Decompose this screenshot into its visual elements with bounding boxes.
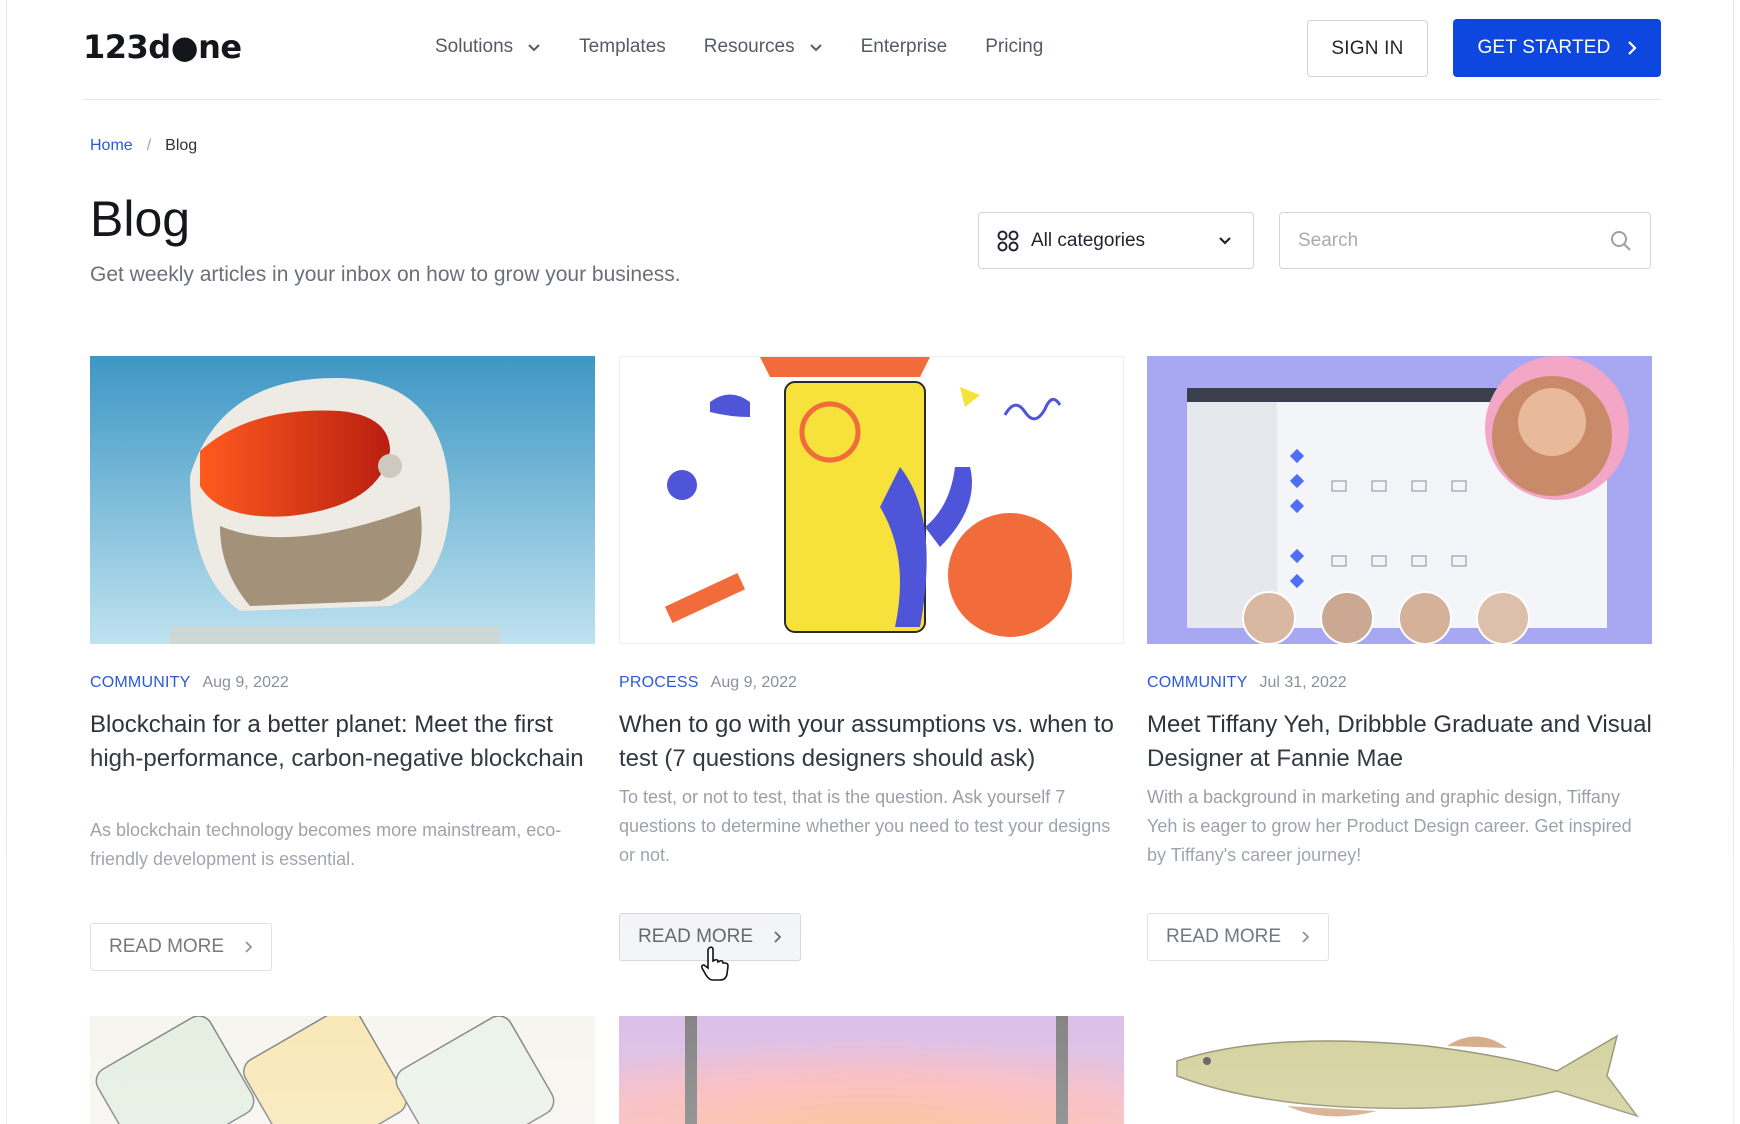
hand-cursor-icon bbox=[700, 946, 729, 981]
nav-solutions-label: Solutions bbox=[435, 36, 514, 57]
category-select[interactable]: All categories bbox=[978, 212, 1254, 269]
chevron-down-icon bbox=[528, 44, 540, 52]
post-excerpt: To test, or not to test, that is the que… bbox=[619, 787, 1111, 865]
chevron-right-icon bbox=[1302, 931, 1310, 943]
sign-in-button[interactable]: SIGN IN bbox=[1307, 20, 1428, 77]
get-started-label: GET STARTED bbox=[1477, 37, 1611, 58]
breadcrumb-separator: / bbox=[146, 137, 152, 154]
chevron-right-icon bbox=[774, 931, 782, 943]
post-image-designer[interactable] bbox=[1147, 356, 1652, 644]
nav-templates-label: Templates bbox=[579, 36, 666, 57]
read-more-label: READ MORE bbox=[638, 926, 754, 947]
category-select-value: All categories bbox=[1031, 229, 1146, 251]
post-image-app-screens[interactable] bbox=[90, 1016, 595, 1124]
post-date: Aug 9, 2022 bbox=[710, 674, 797, 691]
post-image-fish[interactable] bbox=[1147, 1016, 1652, 1124]
chevron-down-icon bbox=[1219, 237, 1231, 245]
breadcrumb: Home / Blog bbox=[90, 137, 197, 155]
main-nav: Solutions Templates Resources Enterprise… bbox=[435, 36, 1081, 58]
site-header: 123d●ne Solutions Templates Resources En… bbox=[83, 0, 1661, 100]
search-input[interactable] bbox=[1280, 229, 1580, 252]
chevron-right-icon bbox=[1627, 41, 1637, 55]
blog-card: PROCESS Aug 9, 2022 When to go with your… bbox=[619, 356, 1124, 961]
blog-card: COMMUNITY Aug 9, 2022 Blockchain for a b… bbox=[90, 356, 595, 971]
breadcrumb-current: Blog bbox=[165, 137, 198, 154]
post-title[interactable]: Meet Tiffany Yeh, Dribbble Graduate and … bbox=[1147, 708, 1652, 776]
nav-templates[interactable]: Templates bbox=[579, 36, 666, 58]
post-meta: PROCESS Aug 9, 2022 bbox=[619, 674, 797, 692]
nav-solutions[interactable]: Solutions bbox=[435, 36, 541, 58]
nav-pricing[interactable]: Pricing bbox=[985, 36, 1043, 58]
logo[interactable]: 123d●ne bbox=[83, 28, 242, 66]
post-category[interactable]: PROCESS bbox=[619, 674, 699, 692]
nav-enterprise[interactable]: Enterprise bbox=[861, 36, 948, 58]
read-more-button[interactable]: READ MORE bbox=[90, 923, 273, 971]
post-category[interactable]: COMMUNITY bbox=[1147, 674, 1247, 692]
post-excerpt: With a background in marketing and graph… bbox=[1147, 787, 1632, 865]
blog-card: COMMUNITY Jul 31, 2022 Meet Tiffany Yeh,… bbox=[1147, 356, 1652, 961]
chevron-down-icon bbox=[809, 44, 822, 52]
nav-resources[interactable]: Resources bbox=[704, 36, 823, 58]
search-icon[interactable] bbox=[1610, 230, 1632, 252]
chevron-right-icon bbox=[245, 941, 253, 953]
nav-enterprise-label: Enterprise bbox=[860, 36, 948, 57]
post-date: Aug 9, 2022 bbox=[202, 674, 289, 691]
breadcrumb-home-link[interactable]: Home bbox=[90, 137, 133, 155]
post-title[interactable]: When to go with your assumptions vs. whe… bbox=[619, 708, 1124, 776]
post-image-gradient[interactable] bbox=[619, 1016, 1124, 1124]
read-more-button[interactable]: READ MORE bbox=[1147, 913, 1330, 961]
post-excerpt: As blockchain technology becomes more ma… bbox=[90, 820, 562, 869]
nav-resources-label: Resources bbox=[703, 36, 795, 57]
post-date: Jul 31, 2022 bbox=[1259, 674, 1347, 691]
page-title: Blog bbox=[90, 191, 191, 247]
post-image-helmet[interactable] bbox=[90, 356, 595, 644]
post-title[interactable]: Blockchain for a better planet: Meet the… bbox=[90, 708, 595, 776]
post-meta: COMMUNITY Jul 31, 2022 bbox=[1147, 674, 1347, 692]
grid-icon bbox=[997, 230, 1019, 251]
page-subtitle: Get weekly articles in your inbox on how… bbox=[90, 263, 681, 286]
read-more-label: READ MORE bbox=[1166, 926, 1282, 947]
nav-pricing-label: Pricing bbox=[985, 36, 1044, 57]
get-started-button[interactable]: GET STARTED bbox=[1453, 19, 1661, 77]
post-category[interactable]: COMMUNITY bbox=[90, 674, 190, 692]
post-image-illustration[interactable] bbox=[619, 356, 1124, 644]
search-box bbox=[1279, 212, 1651, 269]
post-meta: COMMUNITY Aug 9, 2022 bbox=[90, 674, 289, 692]
read-more-label: READ MORE bbox=[109, 936, 225, 957]
